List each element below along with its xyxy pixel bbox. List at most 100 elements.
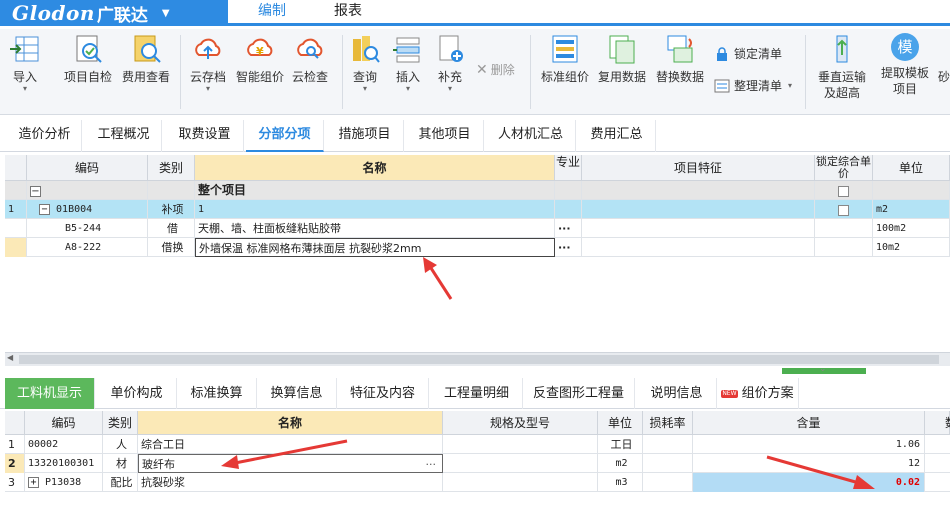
- template-icon: 模: [891, 33, 919, 61]
- name-header[interactable]: 名称: [138, 411, 443, 435]
- quantity-header[interactable]: 含量: [693, 411, 925, 435]
- panel-splitter[interactable]: ⌄: [0, 364, 950, 378]
- delete-button[interactable]: ✕ 删除: [476, 61, 515, 78]
- tab-pricing-scheme[interactable]: NEW 组价方案: [717, 378, 799, 409]
- project-check-button[interactable]: 项目自检: [64, 33, 112, 85]
- row-number: 2: [5, 454, 25, 473]
- tab-labor-material-summary[interactable]: 人材机汇总: [486, 120, 576, 152]
- cloud-check-button[interactable]: 云检查: [292, 33, 328, 85]
- tab-report[interactable]: 报表: [320, 0, 376, 23]
- tab-reverse-graphic-quantity[interactable]: 反查图形工程量: [523, 378, 635, 409]
- name-cell: 抗裂砂浆: [138, 473, 443, 492]
- fee-view-button[interactable]: 费用查看: [122, 33, 170, 85]
- feature-header[interactable]: 项目特征: [582, 155, 815, 181]
- lock-checkbox[interactable]: [838, 204, 849, 216]
- major-header[interactable]: 专业: [555, 155, 582, 181]
- import-button[interactable]: 导入 ▾: [10, 33, 40, 93]
- ellipsis-button[interactable]: ···: [426, 455, 437, 472]
- spec-cell: [443, 454, 598, 473]
- replace-data-label: 替换数据: [656, 70, 705, 84]
- tab-cost-analysis[interactable]: 造价分析: [8, 120, 82, 152]
- unit-header[interactable]: 单位: [598, 411, 643, 435]
- cloud-upload-icon: [193, 33, 223, 65]
- lock-list-button[interactable]: 锁定清单: [714, 45, 782, 62]
- vertical-transport-button[interactable]: 垂直运输 及超高: [818, 33, 866, 101]
- tab-other-items[interactable]: 其他项目: [406, 120, 484, 152]
- app-logo-menu[interactable]: Glodon 广联达 ▼: [0, 0, 228, 26]
- unit-header[interactable]: 单位: [873, 155, 950, 181]
- tab-unit-price-composition[interactable]: 单价构成: [97, 378, 177, 409]
- table-row[interactable]: A8-222 借换 外墙保温 标准网格布薄抹面层 抗裂砂浆2mm ··· 10m…: [5, 238, 950, 257]
- table-row[interactable]: − 整个项目: [5, 181, 950, 200]
- smart-pricing-button[interactable]: ¥ 智能组价: [236, 33, 284, 85]
- scrollbar-thumb[interactable]: [19, 355, 939, 364]
- table-row[interactable]: B5-244 借 天棚、墙、柱面板缝粘贴胶带 ··· 100m2: [5, 219, 950, 238]
- table-row-selected[interactable]: 1 − 01B004 补项 1 m2: [5, 200, 950, 219]
- replace-data-button[interactable]: 替换数据: [656, 33, 704, 85]
- organize-list-button[interactable]: 整理清单 ▾: [714, 77, 792, 94]
- annotation-arrow: [221, 439, 348, 469]
- code-text: 01B004: [56, 204, 93, 215]
- code-header[interactable]: 编码: [27, 155, 148, 181]
- code-text: P13038: [45, 477, 82, 488]
- expand-icon[interactable]: +: [28, 476, 39, 488]
- major-ellipsis-button[interactable]: ···: [555, 219, 582, 238]
- organize-list-icon: [714, 79, 730, 93]
- category-cell: 补项: [148, 200, 195, 219]
- category-header[interactable]: 类别: [103, 411, 138, 435]
- tab-fee-summary[interactable]: 费用汇总: [578, 120, 656, 152]
- tab-edit[interactable]: 编制: [244, 0, 300, 23]
- chevron-down-icon: ▾: [362, 84, 367, 93]
- spec-header[interactable]: 规格及型号: [443, 411, 598, 435]
- tab-divisional-items[interactable]: 分部分项: [246, 120, 324, 152]
- row-number-header: [5, 155, 27, 181]
- supplement-button[interactable]: 补充 ▾: [435, 33, 465, 93]
- name-header[interactable]: 名称: [195, 155, 555, 181]
- upper-grid-scrollbar[interactable]: ◀: [5, 352, 950, 366]
- lock-checkbox[interactable]: [838, 185, 849, 197]
- tab-fee-settings[interactable]: 取费设置: [166, 120, 244, 152]
- tab-labor-material-display[interactable]: 工料机显示: [5, 378, 95, 409]
- tab-standard-conversion[interactable]: 标准换算: [177, 378, 257, 409]
- table-row[interactable]: 1 00002 人 综合工日 工日 1.06: [5, 435, 950, 454]
- name-cell: 整个项目: [195, 181, 555, 200]
- ribbon-divider: [805, 35, 806, 109]
- truncated-button[interactable]: 砂: [938, 33, 950, 85]
- tab-conversion-info[interactable]: 换算信息: [257, 378, 337, 409]
- category-header[interactable]: 类别: [148, 155, 195, 181]
- lock-icon: [714, 46, 730, 61]
- tab-project-overview[interactable]: 工程概况: [86, 120, 162, 152]
- labor-material-grid: 编码 类别 名称 规格及型号 单位 损耗率 含量 数 1 00002 人 综合工…: [5, 411, 950, 507]
- smart-pricing-icon: ¥: [245, 33, 275, 65]
- lock-price-header[interactable]: 锁定综合单价: [815, 155, 873, 181]
- annotation-arrow: [766, 455, 875, 489]
- collapse-icon[interactable]: −: [39, 203, 50, 215]
- chevron-down-icon: ▾: [206, 84, 211, 93]
- over-height-label: 及超高: [824, 86, 861, 100]
- query-label: 查询: [352, 70, 377, 84]
- tab-description[interactable]: 说明信息: [637, 378, 717, 409]
- collapse-icon[interactable]: −: [30, 185, 41, 197]
- extract-template-button[interactable]: 模 提取模板 项目: [881, 33, 929, 97]
- close-icon: ✕: [476, 61, 488, 78]
- code-header[interactable]: 编码: [25, 411, 103, 435]
- more-header[interactable]: 数: [925, 411, 950, 435]
- chevron-down-icon: ▼: [161, 7, 170, 19]
- tab-measure-items[interactable]: 措施项目: [326, 120, 404, 152]
- reuse-data-button[interactable]: 复用数据: [598, 33, 646, 85]
- query-button[interactable]: 查询 ▾: [350, 33, 380, 93]
- tab-feature-content[interactable]: 特征及内容: [337, 378, 429, 409]
- tab-quantity-detail[interactable]: 工程量明细: [431, 378, 523, 409]
- lock-price-cell: [815, 200, 873, 219]
- cloud-archive-button[interactable]: 云存档 ▾: [190, 33, 226, 93]
- insert-button[interactable]: 插入 ▾: [393, 33, 423, 93]
- feature-cell: [582, 200, 815, 219]
- major-cell: [555, 200, 582, 219]
- unit-cell: 工日: [598, 435, 643, 454]
- loss-rate-header[interactable]: 损耗率: [643, 411, 693, 435]
- name-cell-editing[interactable]: 外墙保温 标准网格布薄抹面层 抗裂砂浆2mm: [195, 238, 555, 257]
- standard-pricing-button[interactable]: 标准组价: [541, 33, 589, 85]
- organize-list-label: 整理清单: [734, 79, 783, 93]
- chevron-left-icon[interactable]: ◀: [7, 353, 13, 362]
- major-ellipsis-button[interactable]: ···: [555, 238, 582, 257]
